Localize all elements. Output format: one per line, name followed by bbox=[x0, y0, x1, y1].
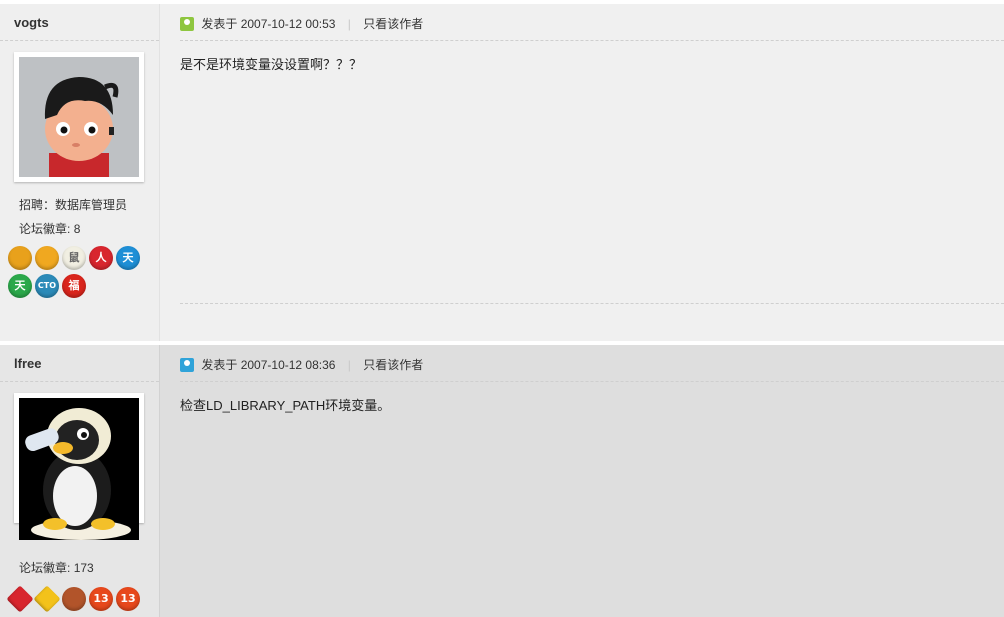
medal-yellow-diamond-icon[interactable] bbox=[33, 585, 61, 613]
badges-label: 论坛徽章: bbox=[19, 222, 71, 236]
post-2: lfree 论坛徽章: 173 13 13 发表于 2007-10-12 08:… bbox=[0, 345, 1004, 617]
medal-text: 天 bbox=[14, 279, 26, 292]
post-body: 检查LD_LIBRARY_PATH环境变量。 bbox=[180, 398, 391, 413]
posted-prefix: 发表于 bbox=[201, 17, 238, 31]
avatar-penguin-image bbox=[19, 398, 139, 540]
post-content: 发表于 2007-10-12 08:36 | 只看该作者 检查LD_LIBRAR… bbox=[160, 345, 1004, 617]
medal-cto-icon[interactable]: CTO bbox=[35, 274, 59, 298]
medal-fu-icon[interactable]: 福 bbox=[62, 274, 86, 298]
medal-13-icon[interactable]: 13 bbox=[89, 587, 113, 611]
post-status-icon bbox=[180, 358, 194, 372]
badges-label: 论坛徽章: bbox=[19, 561, 71, 575]
post-footer-divider bbox=[180, 303, 1004, 304]
medal-blue-day-icon[interactable]: 天 bbox=[116, 246, 140, 270]
medal-text: 人 bbox=[95, 251, 107, 264]
posted-prefix: 发表于 bbox=[201, 358, 238, 372]
post-timestamp: 2007-10-12 08:36 bbox=[240, 358, 336, 372]
medal-text: 天 bbox=[122, 251, 134, 264]
post-1: vogts 招聘：数据库管理员 论坛徽章: 8 鼠人天天 CTO 福 发表于 2… bbox=[0, 4, 1004, 341]
medal-text: 福 bbox=[68, 279, 80, 292]
header-divider: | bbox=[347, 17, 351, 31]
medal-list: 13 13 bbox=[6, 585, 153, 615]
author-name[interactable]: lfree bbox=[0, 345, 159, 382]
medal-rat-icon[interactable]: 鼠 bbox=[62, 246, 86, 270]
medal-red-diamond-icon[interactable] bbox=[6, 585, 34, 613]
avatar[interactable] bbox=[14, 393, 144, 540]
avatar[interactable] bbox=[14, 52, 144, 182]
medal-list: 鼠人天天 CTO 福 bbox=[8, 246, 153, 302]
post-header: 发表于 2007-10-12 08:36 | 只看该作者 bbox=[180, 345, 1004, 382]
medal-text: 13 bbox=[120, 592, 136, 605]
badges-count: 173 bbox=[73, 561, 94, 575]
avatar-boy-image bbox=[19, 57, 139, 177]
author-sidebar: vogts 招聘：数据库管理员 论坛徽章: 8 鼠人天天 CTO 福 bbox=[0, 4, 160, 341]
medal-bowl-icon[interactable] bbox=[62, 587, 86, 611]
medal-text: CTO bbox=[37, 281, 57, 290]
post-body: 是不是环境变量没设置啊？？？ bbox=[180, 57, 363, 72]
post-header: 发表于 2007-10-12 00:53 | 只看该作者 bbox=[180, 4, 1004, 41]
only-author-link[interactable]: 只看该作者 bbox=[363, 358, 423, 372]
only-author-link[interactable]: 只看该作者 bbox=[363, 17, 423, 31]
medal-green-icon[interactable]: 天 bbox=[8, 274, 32, 298]
author-job: 招聘：数据库管理员 bbox=[19, 198, 128, 212]
post-timestamp: 2007-10-12 00:53 bbox=[240, 17, 336, 31]
medal-text: 鼠 bbox=[68, 251, 80, 264]
medal-text: 13 bbox=[93, 592, 109, 605]
badges-count-line: 论坛徽章: 173 bbox=[19, 559, 94, 576]
author-name[interactable]: vogts bbox=[0, 4, 159, 41]
medal-red-icon[interactable]: 人 bbox=[89, 246, 113, 270]
badges-count-line: 论坛徽章: 8 bbox=[19, 220, 80, 237]
post-content: 发表于 2007-10-12 00:53 | 只看该作者 是不是环境变量没设置啊… bbox=[160, 4, 1004, 341]
medal-gold-2007-icon[interactable] bbox=[8, 246, 32, 270]
badges-count: 8 bbox=[73, 222, 81, 236]
author-sidebar: lfree 论坛徽章: 173 13 13 bbox=[0, 345, 160, 617]
medal-gold-2008-icon[interactable] bbox=[35, 246, 59, 270]
header-divider: | bbox=[347, 358, 351, 372]
medal-13b-icon[interactable]: 13 bbox=[116, 587, 140, 611]
post-status-icon bbox=[180, 17, 194, 31]
